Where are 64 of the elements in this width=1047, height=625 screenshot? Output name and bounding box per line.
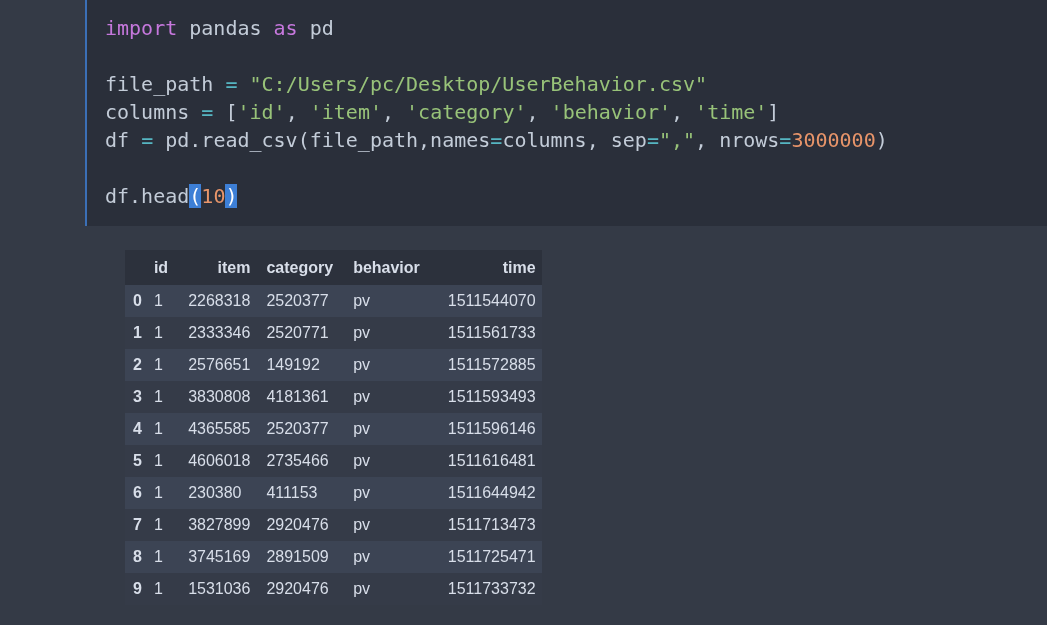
table-cell: 230380 [182,477,261,509]
table-cell: pv [347,381,434,413]
table-cell: 1 [147,509,183,541]
table-cell: 1 [147,413,183,445]
table-cell: 3745169 [182,541,261,573]
table-cell: 1511725471 [433,541,542,573]
row-index: 6 [125,477,148,509]
table-cell: pv [347,541,434,573]
table-cell: 1511561733 [433,317,542,349]
table-cell: 1511644942 [433,477,542,509]
row-index: 1 [125,317,148,349]
table-cell: pv [347,477,434,509]
table-cell: 2520377 [260,413,348,445]
table-cell: 2920476 [260,509,348,541]
table-cell: 1511596146 [433,413,542,445]
table-cell: pv [347,413,434,445]
table-cell: 2735466 [260,445,348,477]
row-index: 7 [125,509,148,541]
table-cell: 4181361 [260,381,348,413]
column-header: time [433,250,542,285]
table-cell: 2520377 [260,285,348,317]
table-cell: 2520771 [260,317,348,349]
column-header: item [182,250,261,285]
table-cell: 1 [147,445,183,477]
table-cell: 149192 [260,349,348,381]
table-cell: 1 [147,477,183,509]
code-line: df.head(10) [105,183,238,210]
table-cell: 1 [147,541,183,573]
row-index: 3 [125,381,148,413]
table-cell: 3827899 [182,509,261,541]
column-header: id [147,250,183,285]
table-cell: 1511713473 [433,509,542,541]
table-cell: 2333346 [182,317,261,349]
table-cell: 4606018 [182,445,261,477]
table-cell: 1511593493 [433,381,542,413]
table-cell: 1 [147,317,183,349]
table-cell: 1 [147,381,183,413]
table-cell: pv [347,349,434,381]
table-cell: 411153 [260,477,348,509]
table-cell: pv [347,317,434,349]
code-line: import pandas as pd [105,15,334,42]
column-header: behavior [347,250,434,285]
table-cell: 4365585 [182,413,261,445]
table-cell: pv [347,445,434,477]
column-header: category [260,250,348,285]
table-cell: 1511544070 [433,285,542,317]
table-cell: 1511616481 [433,445,542,477]
table-cell: pv [347,285,434,317]
row-index: 8 [125,541,148,573]
code-line: df = pd.read_csv(file_path,names=columns, sep=",", nrows=3000000) [105,127,888,154]
table-cell: pv [347,509,434,541]
table-cell: 3830808 [182,381,261,413]
table-cell: 2268318 [182,285,261,317]
code-line: columns = ['id', 'item', 'category', 'behavior', 'time'] [105,99,780,126]
table-cell: 1 [147,285,183,317]
row-index: 2 [125,349,148,381]
row-index: 5 [125,445,148,477]
table-cell: 1511572885 [433,349,542,381]
table-cell: 2891509 [260,541,348,573]
table-cell: 2576651 [182,349,261,381]
table-cell: 1 [147,349,183,381]
row-index: 4 [125,413,148,445]
row-index: 0 [125,285,148,317]
code-line: file_path = "C:/Users/pc/Desktop/UserBehavior.csv" [105,71,708,98]
